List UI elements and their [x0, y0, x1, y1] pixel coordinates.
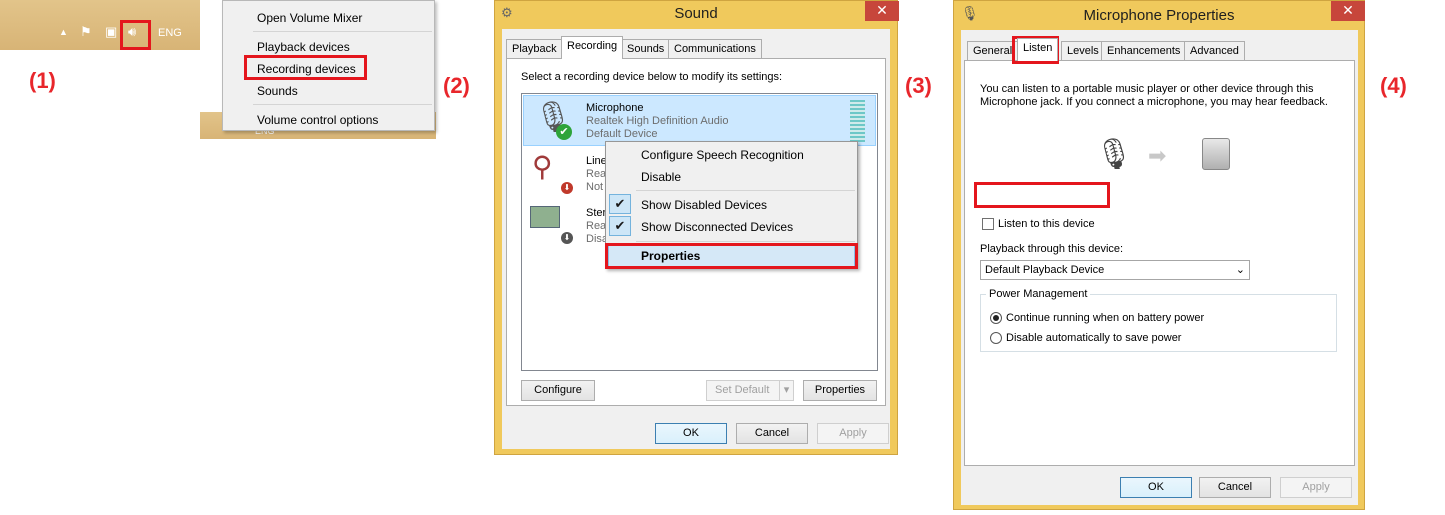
language-indicator[interactable]: ENG [158, 27, 182, 39]
arrow-right-icon: ➡ [1148, 143, 1167, 168]
menu-disable[interactable]: Disable [641, 170, 681, 184]
menu-configure-speech-recognition[interactable]: Configure Speech Recognition [641, 148, 804, 162]
tab-listen[interactable]: Listen [1017, 38, 1059, 61]
action-center-flag-icon[interactable]: ⚑ [80, 24, 92, 40]
menu-show-disconnected-devices[interactable]: Show Disconnected Devices [641, 220, 793, 234]
tab-sounds[interactable]: Sounds [621, 39, 671, 59]
menu-separator [253, 104, 432, 105]
menu-separator [253, 31, 432, 32]
apply-button[interactable]: Apply [1280, 477, 1352, 498]
device-driver: Realtek High Definition Audio [586, 115, 729, 127]
disabled-arrow-icon: ⬇ [561, 232, 573, 244]
network-icon[interactable]: ▣ [105, 24, 117, 40]
playback-through-label: Playback through this device: [980, 243, 1124, 255]
recording-devices-highlight [244, 55, 367, 80]
taskbar: ▲ ⚑ ▣ 🔊︎ ENG [0, 0, 200, 50]
radio-continue-running[interactable] [990, 312, 1002, 324]
device-name: Line [586, 155, 607, 167]
set-default-button[interactable]: Set Default ▾ [706, 380, 794, 401]
playback-device-value: Default Playback Device [985, 264, 1105, 276]
speaker-highlight [120, 20, 151, 50]
default-device-check-icon: ✔ [556, 124, 572, 140]
listen-checkbox-highlight [974, 182, 1110, 208]
disabled-arrow-icon: ⬇ [561, 182, 573, 194]
menu-open-volume-mixer[interactable]: Open Volume Mixer [257, 11, 362, 25]
show-hidden-icons-icon[interactable]: ▲ [59, 27, 68, 37]
mic-props-title: Microphone Properties [1083, 7, 1235, 24]
properties-button[interactable]: Properties [803, 380, 877, 401]
playback-device-select[interactable]: Default Playback Device ⌄ [980, 260, 1250, 280]
listen-tab-panel: You can listen to a portable music playe… [964, 60, 1355, 466]
menu-sounds[interactable]: Sounds [257, 84, 298, 98]
speaker-icon [1202, 138, 1230, 170]
tab-enhancements[interactable]: Enhancements [1101, 41, 1187, 61]
chevron-down-icon[interactable]: ▾ [779, 381, 793, 400]
cancel-button[interactable]: Cancel [1199, 477, 1271, 498]
properties-highlight [605, 243, 858, 269]
tab-levels[interactable]: Levels [1061, 41, 1105, 61]
power-management-title: Power Management [986, 288, 1091, 300]
close-icon[interactable]: ✕ [865, 1, 899, 21]
ok-button[interactable]: OK [1120, 477, 1192, 498]
radio-disable-automatically[interactable] [990, 332, 1002, 344]
mic-props-client-area: General Listen Levels Enhancements Advan… [961, 30, 1358, 505]
step-label-3: (3) [905, 73, 932, 98]
listen-checkbox-label[interactable]: Listen to this device [998, 218, 1095, 230]
menu-show-disabled-devices[interactable]: Show Disabled Devices [641, 198, 767, 212]
device-driver: Rea [586, 220, 607, 232]
checkmark-icon: ✔ [609, 194, 631, 214]
sound-dialog: ⚙ Sound ✕ Playback Recording Sounds Comm… [494, 0, 899, 455]
microphone-properties-dialog: 🎙︎ Microphone Properties ✕ General Liste… [953, 0, 1365, 510]
sound-card-icon [530, 206, 560, 228]
device-status: Default Device [586, 128, 658, 140]
device-name: Ster [586, 207, 607, 219]
cancel-button[interactable]: Cancel [736, 423, 808, 444]
apply-button[interactable]: Apply [817, 423, 889, 444]
line-in-cable-icon: ⚲ [532, 151, 553, 182]
step-label-2: (2) [443, 73, 470, 98]
device-status: Not [586, 181, 604, 193]
tab-general[interactable]: General [967, 41, 1019, 61]
checkmark-icon: ✔ [609, 216, 631, 236]
menu-separator [636, 241, 855, 242]
menu-volume-control-options[interactable]: Volume control options [257, 113, 378, 127]
microphone-icon: 🎙︎ [1095, 138, 1134, 171]
listen-checkbox[interactable] [982, 218, 994, 230]
close-icon[interactable]: ✕ [1331, 1, 1365, 21]
instruction-text: Select a recording device below to modif… [521, 71, 783, 83]
device-name: Microphone [586, 102, 644, 114]
step-label-1: (1) [29, 68, 56, 93]
sound-dialog-title: Sound [674, 5, 718, 22]
configure-button[interactable]: Configure [521, 380, 595, 401]
set-default-label: Set Default [715, 384, 770, 396]
chevron-down-icon: ⌄ [1235, 264, 1245, 276]
tab-advanced[interactable]: Advanced [1184, 41, 1245, 61]
step-label-4: (4) [1380, 73, 1407, 98]
menu-playback-devices[interactable]: Playback devices [257, 40, 350, 54]
tab-recording[interactable]: Recording [561, 36, 624, 59]
radio-continue-running-label[interactable]: Continue running when on battery power [1006, 312, 1204, 324]
tab-playback[interactable]: Playback [506, 39, 563, 59]
listen-description: You can listen to a portable music playe… [980, 83, 1328, 108]
tab-communications[interactable]: Communications [668, 39, 762, 59]
level-meter [850, 100, 865, 142]
device-driver: Rea [586, 168, 607, 180]
menu-separator [636, 190, 855, 191]
ok-button[interactable]: OK [655, 423, 727, 444]
radio-disable-automatically-label[interactable]: Disable automatically to save power [1006, 332, 1181, 344]
